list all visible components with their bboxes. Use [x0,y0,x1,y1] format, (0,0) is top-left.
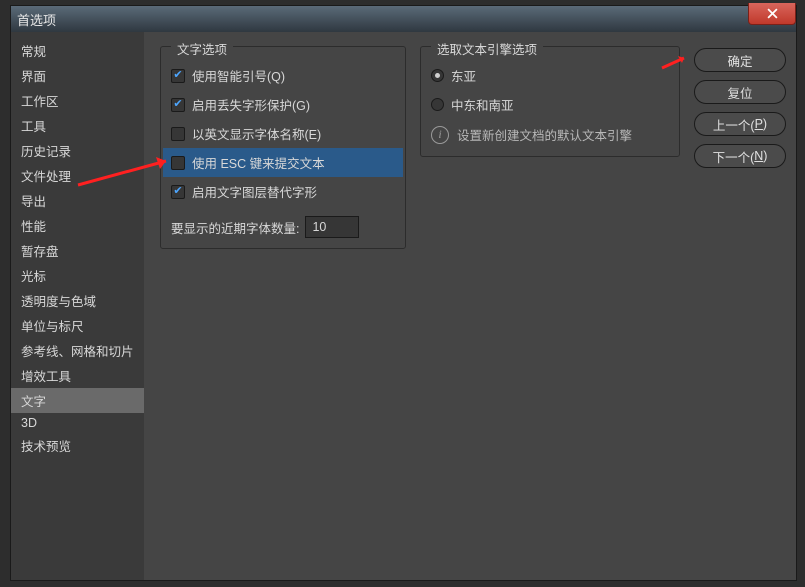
sidebar-item[interactable]: 界面 [11,63,144,88]
sidebar-item[interactable]: 性能 [11,213,144,238]
checkbox-label: 以英文显示字体名称(E) [192,124,321,143]
preferences-window: 首选项 常规界面工作区工具历史记录文件处理导出性能暂存盘光标透明度与色域单位与标… [10,5,797,581]
engine-middle-east-radio[interactable]: 中东和南亚 [431,90,669,119]
checkbox-icon [171,98,185,112]
engine-info: i 设置新创建文档的默认文本引擎 [431,119,669,146]
sidebar-item[interactable]: 增效工具 [11,363,144,388]
radio-icon [431,98,444,111]
text-options-group: 文字选项 使用智能引号(Q) 启用丢失字形保护(G) 以英文显示字体名称(E) [160,46,406,249]
english-font-names-checkbox[interactable]: 以英文显示字体名称(E) [171,119,395,148]
next-button[interactable]: 下一个(N) [694,144,786,168]
checkbox-label: 使用 ESC 键来提交文本 [192,153,325,172]
sidebar-item[interactable]: 暂存盘 [11,238,144,263]
group-title: 文字选项 [171,39,233,58]
checkbox-icon [171,69,185,83]
recent-fonts-row: 要显示的近期字体数量: [171,206,395,238]
checkbox-icon [171,127,185,141]
engine-east-asia-radio[interactable]: 东亚 [431,61,669,90]
info-text: 设置新创建文档的默认文本引擎 [457,125,632,144]
smart-quotes-checkbox[interactable]: 使用智能引号(Q) [171,61,395,90]
content-area: 文字选项 使用智能引号(Q) 启用丢失字形保护(G) 以英文显示字体名称(E) [144,32,796,580]
close-button[interactable] [748,3,796,25]
checkbox-label: 启用文字图层替代字形 [192,182,317,201]
sidebar-item[interactable]: 光标 [11,263,144,288]
glyph-alternates-checkbox[interactable]: 启用文字图层替代字形 [171,177,395,206]
sidebar-item[interactable]: 导出 [11,188,144,213]
reset-button[interactable]: 复位 [694,80,786,104]
window-title: 首选项 [17,10,56,29]
radio-icon [431,69,444,82]
checkbox-label: 启用丢失字形保护(G) [192,95,310,114]
sidebar-item[interactable]: 技术预览 [11,433,144,458]
prev-button[interactable]: 上一个(P) [694,112,786,136]
esc-commit-checkbox[interactable]: 使用 ESC 键来提交文本 [163,148,403,177]
sidebar-item[interactable]: 历史记录 [11,138,144,163]
checkbox-icon [171,185,185,199]
category-sidebar: 常规界面工作区工具历史记录文件处理导出性能暂存盘光标透明度与色域单位与标尺参考线… [11,32,144,580]
sidebar-item[interactable]: 3D [11,413,144,433]
info-icon: i [431,126,449,144]
recent-fonts-label: 要显示的近期字体数量: [171,218,299,237]
ok-button[interactable]: 确定 [694,48,786,72]
radio-label: 中东和南亚 [451,95,514,114]
sidebar-item[interactable]: 文字 [11,388,144,413]
sidebar-item[interactable]: 单位与标尺 [11,313,144,338]
sidebar-item[interactable]: 文件处理 [11,163,144,188]
sidebar-item[interactable]: 常规 [11,38,144,63]
radio-label: 东亚 [451,66,476,85]
recent-fonts-input[interactable] [305,216,359,238]
checkbox-icon [171,156,185,170]
checkbox-label: 使用智能引号(Q) [192,66,285,85]
close-icon [767,8,778,19]
sidebar-item[interactable]: 工作区 [11,88,144,113]
title-bar: 首选项 [11,6,796,32]
glyph-protection-checkbox[interactable]: 启用丢失字形保护(G) [171,90,395,119]
dialog-body: 常规界面工作区工具历史记录文件处理导出性能暂存盘光标透明度与色域单位与标尺参考线… [11,32,796,580]
text-engine-group: 选取文本引擎选项 东亚 中东和南亚 i 设置新创建文档的默认文本引擎 [420,46,680,157]
sidebar-item[interactable]: 工具 [11,113,144,138]
sidebar-item[interactable]: 参考线、网格和切片 [11,338,144,363]
buttons-column: 确定 复位 上一个(P) 下一个(N) [694,40,786,572]
group-title: 选取文本引擎选项 [431,39,543,58]
sidebar-item[interactable]: 透明度与色域 [11,288,144,313]
